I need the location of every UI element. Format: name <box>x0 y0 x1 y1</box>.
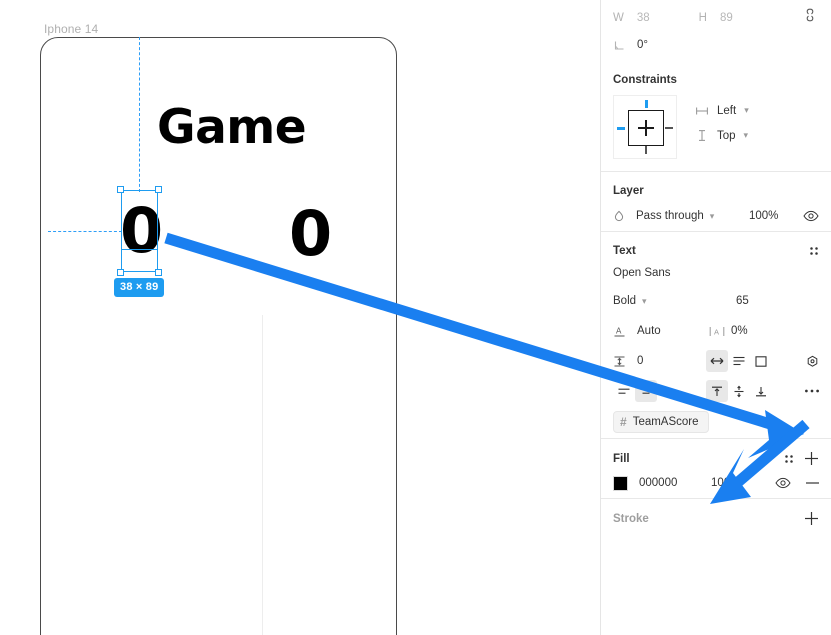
fill-styles-icon[interactable] <box>783 453 795 465</box>
more-options-icon[interactable] <box>804 388 820 394</box>
lock-aspect-ratio-icon[interactable] <box>801 6 819 24</box>
line-height-icon: A <box>613 325 626 338</box>
letter-spacing-value[interactable]: 0% <box>731 325 748 337</box>
fill-section: Fill 000000 100% <box>601 439 831 499</box>
constraints-widget-icon[interactable] <box>613 95 677 159</box>
fill-row: 000000 100% <box>601 468 831 498</box>
chevron-down-icon[interactable]: ▾ <box>642 296 647 306</box>
paragraph-spacing-icon <box>613 355 626 368</box>
paragraph-spacing-value[interactable]: 0 <box>637 355 643 367</box>
resize-handle-top-right[interactable] <box>154 186 162 194</box>
vertical-constraint-icon <box>695 129 709 142</box>
rotation-value[interactable]: 0° <box>637 39 648 51</box>
figma-editor-window: Iphone 14 Game 0 0 38 × 89 W 38 H 89 0° … <box>0 0 831 635</box>
fill-hex-value[interactable]: 000000 <box>639 477 677 489</box>
font-style-row: Bold ▾ 65 <box>601 286 831 316</box>
eye-icon[interactable] <box>775 477 791 489</box>
eye-icon[interactable] <box>803 210 819 222</box>
align-middle-icon[interactable] <box>728 380 750 402</box>
font-family-row[interactable]: Open Sans <box>601 259 831 286</box>
line-height-spacing-row: A Auto A 0% <box>601 316 831 346</box>
width-field[interactable]: W 38 <box>613 12 650 24</box>
height-value[interactable]: 89 <box>720 12 733 24</box>
text-baseline-indicator <box>120 249 159 251</box>
resize-handle-top-left[interactable] <box>117 186 125 194</box>
svg-text:A: A <box>714 327 719 336</box>
align-left-icon[interactable] <box>613 380 635 402</box>
stroke-section: Stroke <box>601 499 831 525</box>
text-style-chip[interactable]: # TeamAScore <box>613 411 709 433</box>
auto-width-icon[interactable] <box>706 350 728 372</box>
alignment-guide-vertical <box>139 37 140 192</box>
dimensions-row: W 38 H 89 <box>601 0 831 30</box>
fill-opacity-value[interactable]: 100% <box>711 477 740 489</box>
letter-spacing-icon: A <box>709 325 725 338</box>
text-title: Text <box>613 245 636 257</box>
horizontal-constraint-icon <box>695 105 709 117</box>
align-right-icon[interactable] <box>657 380 679 402</box>
frame-label[interactable]: Iphone 14 <box>44 22 98 36</box>
horizontal-constraint-field[interactable]: Left ▾ <box>695 98 749 123</box>
blend-mode-value[interactable]: Pass through <box>636 210 704 222</box>
chevron-down-icon[interactable]: ▾ <box>710 211 715 221</box>
constraints-title: Constraints <box>613 74 677 86</box>
chevron-down-icon[interactable]: ▾ <box>744 106 749 115</box>
fixed-size-icon[interactable] <box>750 350 772 372</box>
design-canvas[interactable]: Iphone 14 Game 0 0 38 × 89 <box>0 0 600 635</box>
layer-opacity-value[interactable]: 100% <box>749 210 778 222</box>
properties-panel: W 38 H 89 0° Constraints Left ▾ Top ▾ La… <box>600 0 831 635</box>
stroke-title: Stroke <box>613 513 649 525</box>
line-height-value[interactable]: Auto <box>637 325 661 337</box>
auto-height-icon[interactable] <box>728 350 750 372</box>
constraints-section: Constraints Left ▾ Top ▾ <box>601 60 831 172</box>
game-title-text[interactable]: Game <box>157 104 307 151</box>
width-value[interactable]: 38 <box>637 12 650 24</box>
score-divider <box>262 315 263 635</box>
text-style-icon: # <box>620 415 627 429</box>
height-label: H <box>698 12 707 24</box>
blend-mode-icon <box>613 210 625 222</box>
rotation-row[interactable]: 0° <box>601 30 831 60</box>
vertical-constraint-value[interactable]: Top <box>717 130 736 142</box>
type-settings-icon[interactable] <box>805 354 820 369</box>
add-fill-icon[interactable] <box>803 450 820 467</box>
text-style-row: # TeamAScore <box>601 406 831 438</box>
angle-icon <box>613 39 626 52</box>
selection-size-badge: 38 × 89 <box>114 278 165 297</box>
team-b-score-text[interactable]: 0 <box>289 203 332 265</box>
vertical-constraint-field[interactable]: Top ▾ <box>695 123 749 148</box>
dimensions-section: W 38 H 89 0° <box>601 0 831 60</box>
text-section: Text Open Sans Bold ▾ 65 A Auto A 0% 0 #… <box>601 232 831 439</box>
font-size-value[interactable]: 65 <box>736 295 749 307</box>
resize-handle-bottom-left[interactable] <box>117 268 125 276</box>
align-bottom-icon[interactable] <box>750 380 772 402</box>
remove-fill-icon[interactable] <box>805 481 820 485</box>
svg-text:A: A <box>616 326 622 335</box>
fill-title: Fill <box>613 453 630 465</box>
layer-section: Layer Pass through ▾ 100% <box>601 172 831 232</box>
resize-handle-bottom-right[interactable] <box>154 268 162 276</box>
fill-color-swatch[interactable] <box>613 475 628 491</box>
paragraph-spacing-row: 0 <box>601 346 831 376</box>
layer-title: Layer <box>613 185 644 197</box>
height-field[interactable]: H 89 <box>699 12 733 24</box>
width-label: W <box>613 12 624 24</box>
text-style-label: TeamAScore <box>632 416 699 428</box>
text-alignment-row <box>601 376 831 406</box>
alignment-guide-horizontal <box>48 231 122 232</box>
horizontal-constraint-value[interactable]: Left <box>717 105 736 117</box>
drag-handle-icon[interactable] <box>808 245 820 257</box>
align-center-icon[interactable] <box>635 380 657 402</box>
add-stroke-icon[interactable] <box>803 510 820 527</box>
selection-bounding-box[interactable] <box>117 186 162 276</box>
layer-row: Pass through ▾ 100% <box>601 201 831 231</box>
font-family-value[interactable]: Open Sans <box>613 267 671 279</box>
align-top-icon[interactable] <box>706 380 728 402</box>
font-weight-value[interactable]: Bold <box>613 295 636 307</box>
chevron-down-icon[interactable]: ▾ <box>744 131 749 140</box>
